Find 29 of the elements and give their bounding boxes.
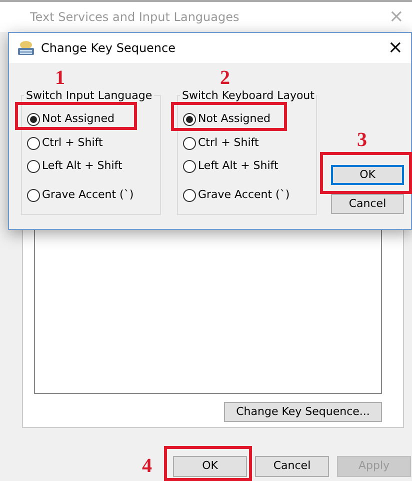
keyboard-icon xyxy=(17,40,35,56)
radio-button[interactable] xyxy=(183,136,196,150)
footer-button[interactable]: OK xyxy=(173,456,247,477)
radio-button[interactable] xyxy=(183,188,196,202)
radio-button[interactable] xyxy=(27,160,40,173)
window-title: Text Services and Input Languages xyxy=(30,9,240,26)
change-key-sequence-button[interactable]: Change Key Sequence... xyxy=(224,402,382,422)
dialog-button[interactable]: Cancel xyxy=(331,194,404,214)
radio-button[interactable] xyxy=(27,136,40,150)
radio-label[interactable]: Ctrl + Shift xyxy=(198,135,259,152)
radio-label[interactable]: Not Assigned xyxy=(42,111,115,128)
radio-label[interactable]: Left Alt + Shift xyxy=(198,158,278,174)
dialog-title: Change Key Sequence xyxy=(41,40,177,57)
radio-label[interactable]: Grave Accent (`) xyxy=(198,187,290,204)
footer-button[interactable]: Cancel xyxy=(255,456,329,477)
radio-label[interactable]: Ctrl + Shift xyxy=(42,135,103,152)
step-number: 4 xyxy=(142,456,152,476)
radio-label[interactable]: Not Assigned xyxy=(198,111,271,128)
dialog-button[interactable]: OK xyxy=(331,165,404,185)
close-button[interactable]: × xyxy=(388,39,403,57)
step-number: 2 xyxy=(220,68,230,88)
step-number: 1 xyxy=(55,68,65,88)
radio-button[interactable] xyxy=(27,188,40,202)
radio-button[interactable] xyxy=(183,112,196,126)
radio-label[interactable]: Grave Accent (`) xyxy=(42,187,134,204)
radio-label[interactable]: Left Alt + Shift xyxy=(42,158,122,174)
radio-button[interactable] xyxy=(27,112,40,126)
step-number: 3 xyxy=(357,130,367,150)
radio-button[interactable] xyxy=(183,160,196,173)
